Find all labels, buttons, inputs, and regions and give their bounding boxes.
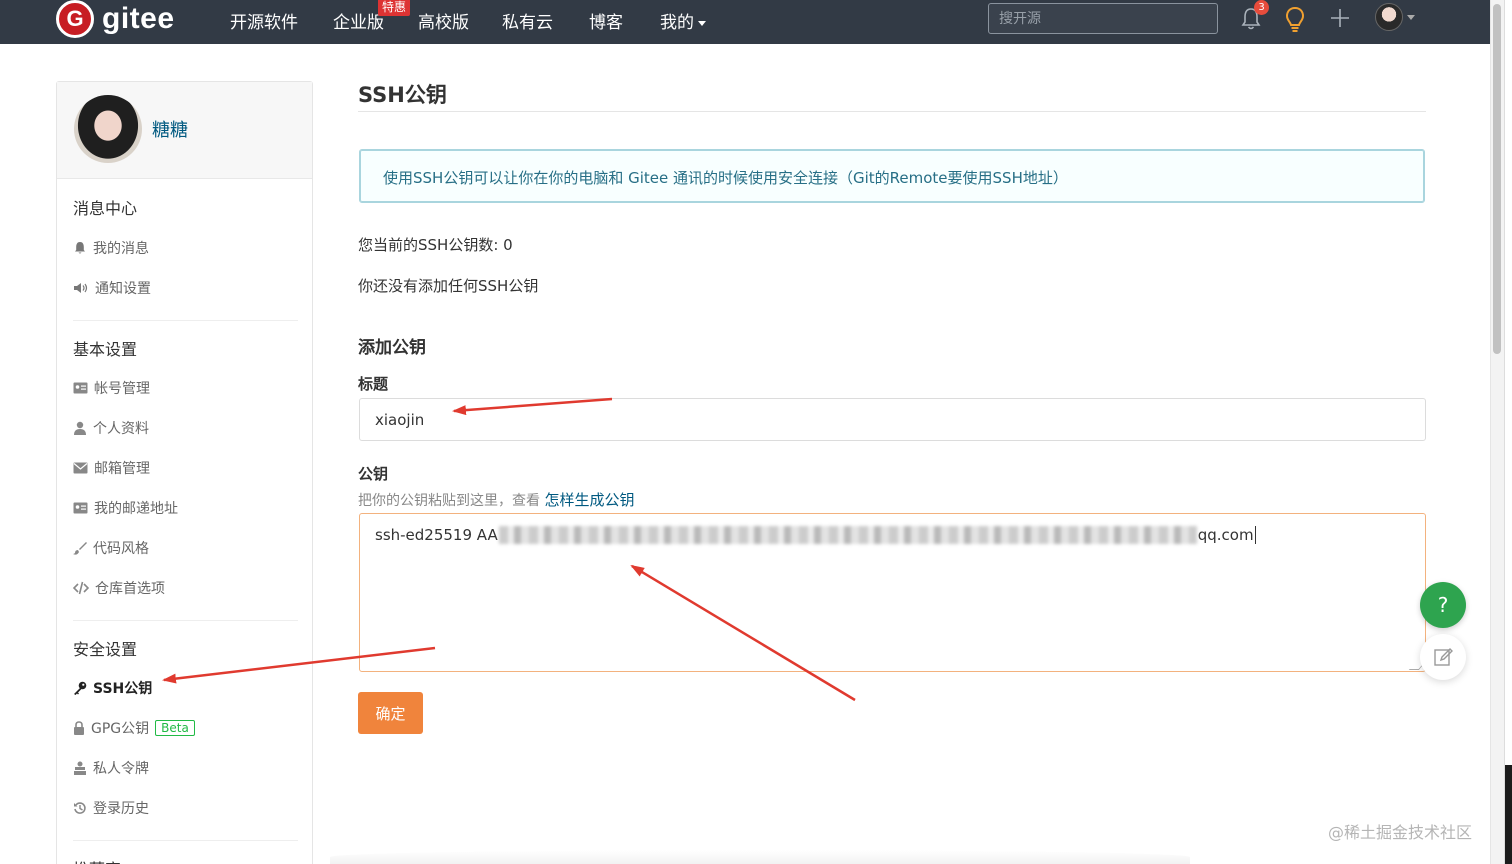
arrow-to-ssh-menu [162, 646, 436, 684]
window-edge [1504, 0, 1512, 864]
help-button[interactable]: ? [1420, 582, 1466, 628]
edit-icon [1434, 648, 1453, 666]
arrow-to-title-input [452, 397, 613, 416]
scrollbar-thumb[interactable] [1493, 4, 1501, 354]
window-edge-dark [1505, 765, 1512, 864]
annotation-arrows [162, 397, 856, 702]
feedback-button[interactable] [1420, 634, 1466, 680]
watermark: @稀土掘金技术社区 [1328, 823, 1473, 842]
arrow-to-key-textarea [630, 564, 856, 702]
page-bottom-shadow [330, 850, 1190, 864]
